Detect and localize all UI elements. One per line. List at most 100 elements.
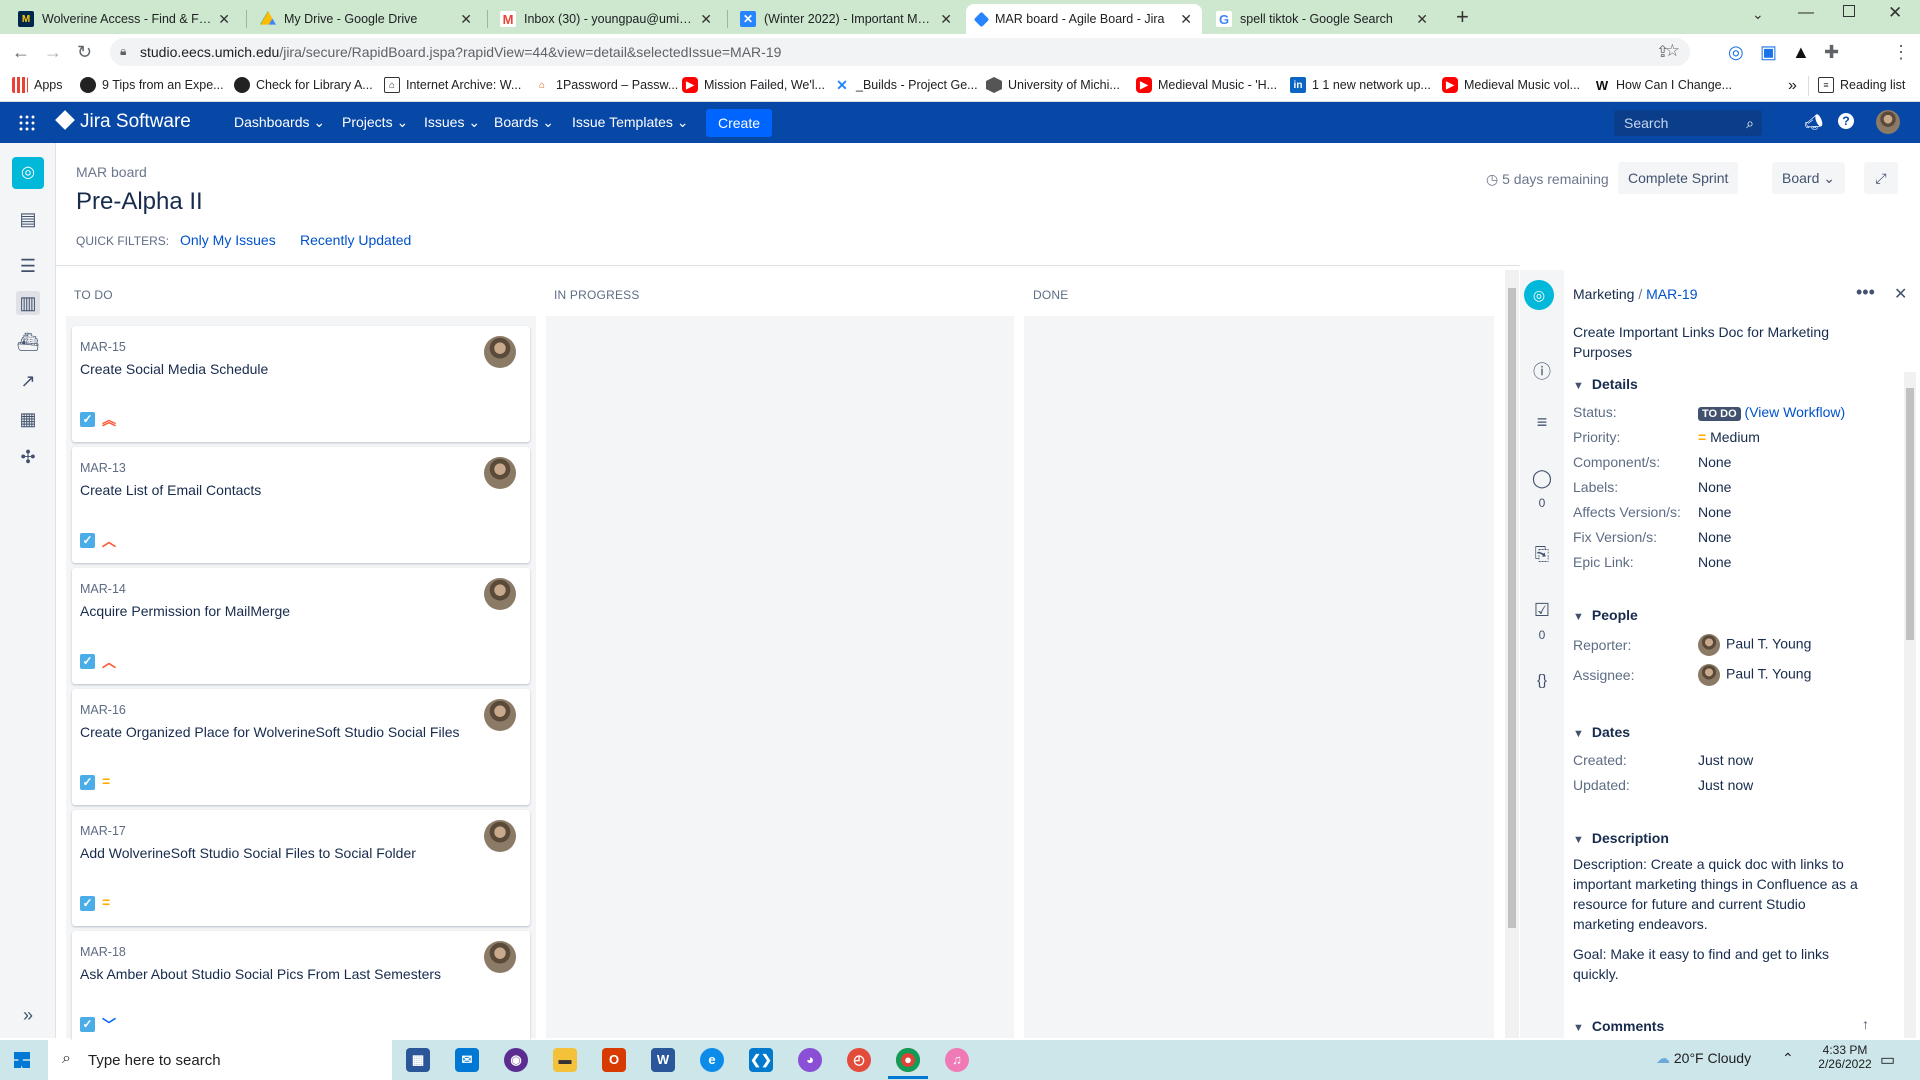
extension-screen-icon[interactable]: ▣ bbox=[1760, 42, 1777, 62]
taskbar-search-input[interactable]: ⌕ Type here to search bbox=[48, 1040, 392, 1080]
description-lines-icon[interactable]: ≡ bbox=[1530, 412, 1554, 433]
components-value[interactable]: None bbox=[1698, 454, 1731, 470]
tray-chevron-icon[interactable]: ⌃ bbox=[1782, 1050, 1794, 1067]
issue-key[interactable]: MAR-15 bbox=[80, 340, 126, 354]
expand-sidebar-icon[interactable]: » bbox=[16, 1003, 40, 1027]
nav-boards[interactable]: Boards ⌄ bbox=[494, 114, 554, 131]
office-app-icon[interactable]: O bbox=[602, 1048, 626, 1072]
issue-key[interactable]: MAR-14 bbox=[80, 582, 126, 596]
close-tab-icon[interactable]: ✕ bbox=[700, 11, 712, 28]
issue-key[interactable]: MAR-13 bbox=[80, 461, 126, 475]
close-tab-icon[interactable]: ✕ bbox=[1416, 11, 1428, 28]
more-bookmarks-button[interactable]: » bbox=[1788, 77, 1797, 95]
section-comments[interactable]: ▼ Comments bbox=[1573, 1018, 1664, 1034]
section-people[interactable]: ▼ People bbox=[1573, 607, 1638, 623]
project-link[interactable]: Marketing bbox=[1573, 286, 1634, 302]
notifications-megaphone-icon[interactable]: 📣︎ bbox=[1804, 113, 1823, 131]
tab-gmail[interactable]: M Inbox (30) - youngpau@umich.edu ✕ bbox=[490, 4, 722, 34]
filter-recently-updated[interactable]: Recently Updated bbox=[300, 232, 411, 248]
app-switcher-icon[interactable] bbox=[18, 114, 36, 132]
column-in-progress[interactable] bbox=[546, 316, 1014, 1038]
new-tab-button[interactable]: + bbox=[1456, 4, 1469, 30]
jira-search-input[interactable]: Search ⌕ bbox=[1614, 110, 1762, 136]
details-info-icon[interactable]: ⓘ bbox=[1530, 358, 1554, 384]
tab-jira-board[interactable]: MAR board - Agile Board - Jira ✕ bbox=[966, 4, 1202, 34]
back-arrow-icon[interactable]: ← bbox=[12, 42, 30, 62]
goal-text[interactable]: Goal: Make it easy to find and get to li… bbox=[1573, 944, 1863, 984]
tab-google-drive[interactable]: My Drive - Google Drive ✕ bbox=[250, 4, 482, 34]
extension-arrow-icon[interactable]: ▲ bbox=[1792, 42, 1810, 62]
board-menu-button[interactable]: Board ⌄ bbox=[1772, 162, 1845, 194]
browser-menu-icon[interactable]: ⋮ bbox=[1892, 42, 1910, 62]
issue-card[interactable]: MAR-18 Ask Amber About Studio Social Pics… bbox=[72, 931, 530, 1047]
chrome-app-icon[interactable]: ● bbox=[896, 1048, 920, 1072]
nav-dashboards[interactable]: Dashboards ⌄ bbox=[234, 114, 325, 131]
complete-sprint-button[interactable]: Complete Sprint bbox=[1618, 162, 1739, 194]
bookmark-8[interactable]: ▶ Medieval Music - 'H... bbox=[1136, 77, 1277, 93]
tab-wolverine-access[interactable]: M Wolverine Access - Find & Favorites ✕ bbox=[8, 4, 240, 34]
avatar[interactable] bbox=[484, 336, 516, 368]
avatar[interactable] bbox=[484, 699, 516, 731]
priority-value[interactable]: = Medium bbox=[1698, 429, 1760, 445]
issue-key[interactable]: MAR-18 bbox=[80, 945, 126, 959]
issue-card[interactable]: MAR-13 Create List of Email Contacts ✓ ︿ bbox=[72, 447, 530, 563]
close-tab-icon[interactable]: ✕ bbox=[460, 11, 472, 28]
bookmark-4[interactable]: ⌂ 1Password – Passw... bbox=[534, 77, 678, 93]
store-app-icon[interactable]: ▦ bbox=[406, 1048, 430, 1072]
bookmark-3[interactable]: ⌂ Internet Archive: W... bbox=[384, 77, 521, 93]
edge-app-icon[interactable]: e bbox=[700, 1048, 724, 1072]
avatar[interactable] bbox=[484, 578, 516, 610]
section-details[interactable]: ▼ Details bbox=[1573, 376, 1638, 392]
github-app-icon[interactable]: ◉ bbox=[504, 1048, 528, 1072]
reports-chart-icon[interactable]: ↗ bbox=[16, 369, 40, 393]
active-sprints-board-icon[interactable]: ▥ bbox=[16, 291, 40, 315]
scroll-to-top-icon[interactable]: ↑ bbox=[1862, 1016, 1869, 1032]
tab-search-chevron-icon[interactable]: ⌄ bbox=[1752, 6, 1764, 23]
labels-value[interactable]: None bbox=[1698, 479, 1731, 495]
column-done[interactable] bbox=[1024, 316, 1494, 1038]
bookmark-7[interactable]: University of Michi... bbox=[986, 77, 1120, 93]
issue-card[interactable]: MAR-17 Add WolverineSoft Studio Social Fi… bbox=[72, 810, 530, 926]
tab-confluence[interactable]: ✕ (Winter 2022) - Important Marketing ✕ bbox=[730, 4, 962, 34]
issue-card[interactable]: MAR-14 Acquire Permission for MailMerge ✓ ︿ bbox=[72, 568, 530, 684]
help-icon[interactable]: ? bbox=[1838, 113, 1854, 129]
bookmark-1[interactable]: 9 Tips from an Expe... bbox=[80, 77, 224, 93]
address-bar[interactable]: 🔒︎ studio.eecs.umich.edu/jira/secure/Rap… bbox=[110, 38, 1690, 66]
close-window-button[interactable]: ✕ bbox=[1888, 3, 1902, 23]
attachment-icon[interactable]: ⎘ bbox=[1530, 544, 1554, 565]
vscode-app-icon[interactable]: ❮❯ bbox=[749, 1048, 773, 1072]
create-button[interactable]: Create bbox=[706, 109, 773, 137]
issue-summary[interactable]: Create Important Links Doc for Marketing… bbox=[1573, 322, 1863, 362]
word-app-icon[interactable]: W bbox=[651, 1048, 675, 1072]
reload-icon[interactable]: ↻ bbox=[77, 42, 92, 62]
bookmark-5[interactable]: ▶ Mission Failed, We'l... bbox=[682, 77, 825, 93]
file-explorer-icon[interactable]: ▬ bbox=[553, 1048, 577, 1072]
fullscreen-icon[interactable]: ⤢ bbox=[1864, 162, 1898, 194]
bookmark-2[interactable]: Check for Library A... bbox=[234, 77, 373, 93]
weather-widget[interactable]: ☁ 20°F Cloudy bbox=[1656, 1050, 1751, 1067]
bookmark-6[interactable]: ✕ _Builds - Project Ge... bbox=[834, 77, 978, 93]
restore-button[interactable] bbox=[1843, 5, 1855, 17]
mail-app-icon[interactable]: ✉ bbox=[455, 1048, 479, 1072]
minimize-button[interactable]: — bbox=[1798, 4, 1814, 22]
breadcrumb[interactable]: MAR board bbox=[76, 164, 147, 180]
avatar[interactable] bbox=[484, 941, 516, 973]
board-scrollbar[interactable] bbox=[1505, 270, 1519, 1038]
more-actions-icon[interactable]: ••• bbox=[1856, 282, 1875, 303]
notification-center-icon[interactable]: ▭ bbox=[1880, 1050, 1895, 1070]
close-tab-icon[interactable]: ✕ bbox=[218, 11, 230, 28]
itunes-app-icon[interactable]: ♫ bbox=[945, 1048, 969, 1072]
epic-link-value[interactable]: None bbox=[1698, 554, 1731, 570]
description-text[interactable]: Description: Create a quick doc with lin… bbox=[1573, 854, 1863, 934]
issue-key[interactable]: MAR-16 bbox=[80, 703, 126, 717]
close-tab-icon[interactable]: ✕ bbox=[1180, 11, 1192, 28]
nav-issue-templates[interactable]: Issue Templates ⌄ bbox=[572, 114, 689, 131]
ship-icon[interactable]: ⛴︎ bbox=[16, 330, 40, 354]
filter-only-my-issues[interactable]: Only My Issues bbox=[180, 232, 276, 248]
avatar[interactable] bbox=[484, 457, 516, 489]
discord-app-icon[interactable]: ◕ bbox=[798, 1048, 822, 1072]
issue-key-link[interactable]: MAR-19 bbox=[1646, 286, 1697, 302]
comments-icon[interactable]: ◯ bbox=[1530, 468, 1554, 489]
bookmark-9[interactable]: in 1 1 new network up... bbox=[1290, 77, 1431, 93]
scrollbar-thumb[interactable] bbox=[1906, 388, 1914, 640]
